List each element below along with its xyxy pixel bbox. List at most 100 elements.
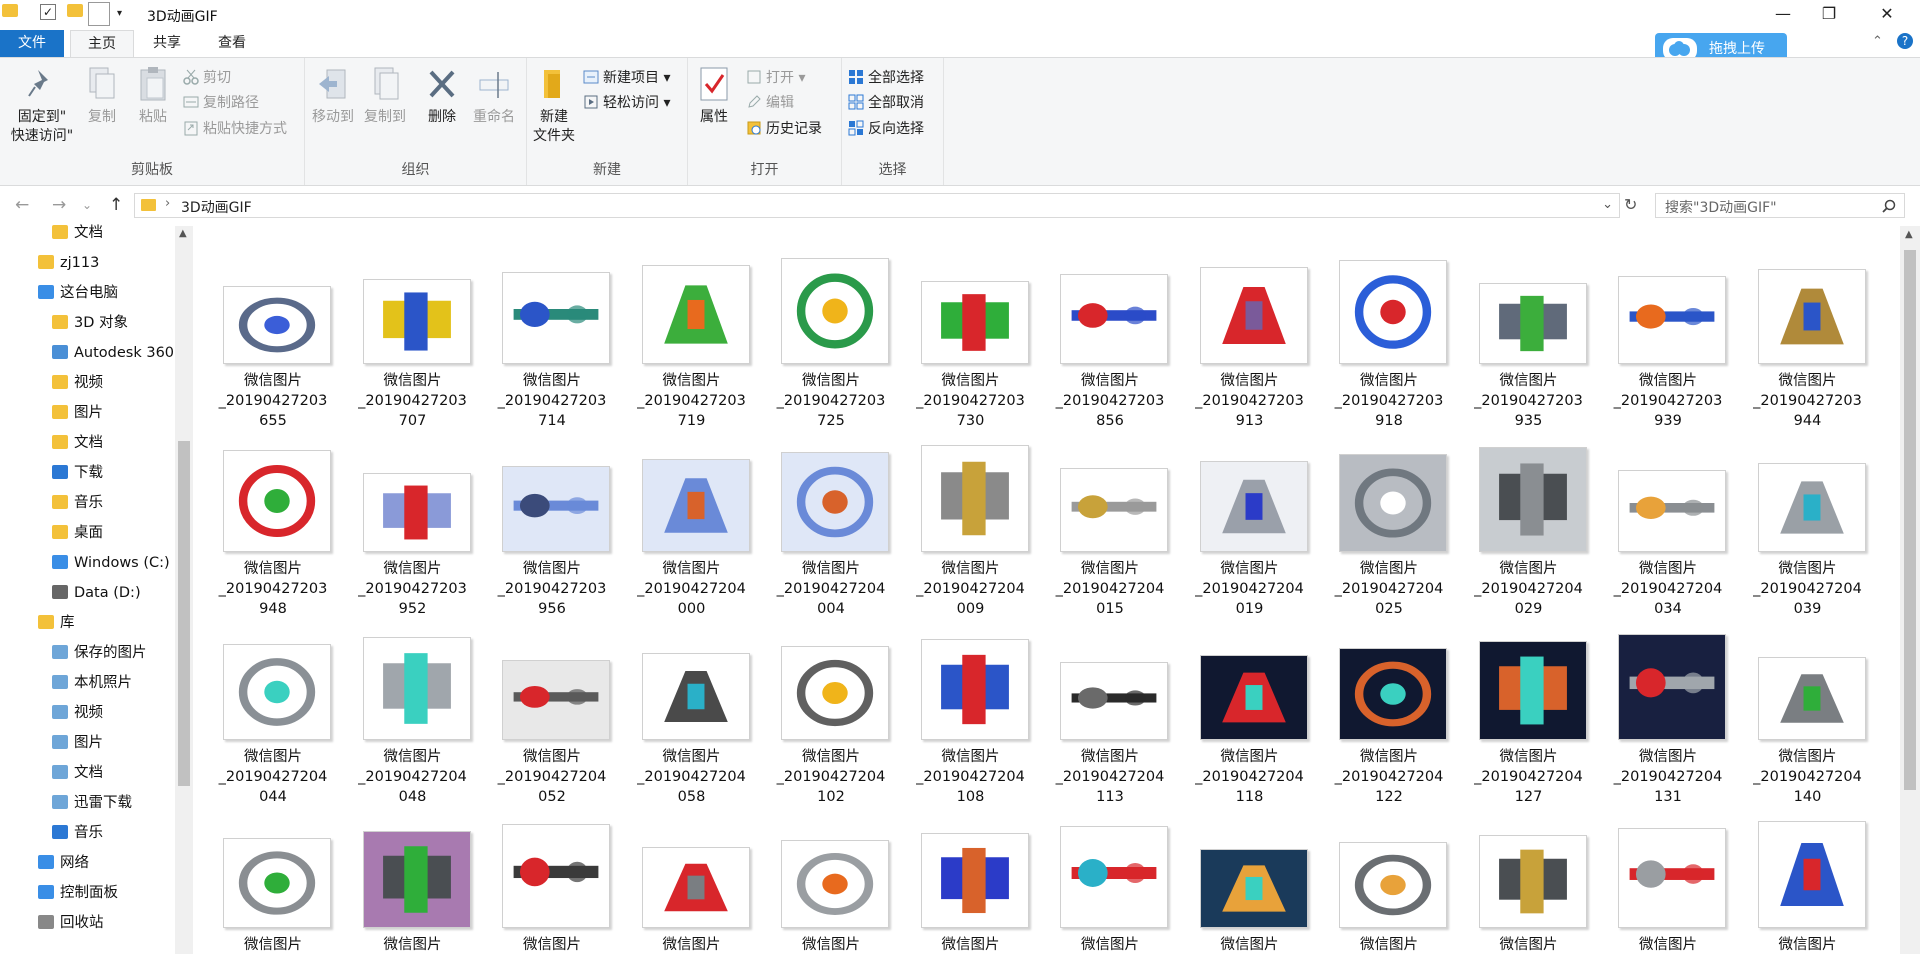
sidebar-item[interactable]: 图片 xyxy=(52,398,103,428)
maximize-button[interactable]: ❐ xyxy=(1806,0,1852,30)
collapse-ribbon-icon[interactable]: ⌃ xyxy=(1872,34,1883,49)
navigation-scrollbar-thumb[interactable] xyxy=(178,441,190,786)
tab-home[interactable]: 主页 xyxy=(70,30,134,58)
tab-file[interactable]: 文件 xyxy=(0,30,64,57)
forward-arrow-icon[interactable]: → xyxy=(52,195,66,215)
open-button[interactable]: 打开 ▾ xyxy=(746,67,805,89)
file-item[interactable]: 微信图片 _20190427203 944 xyxy=(1746,226,1870,429)
file-item[interactable]: 微信图片 _20190427204 140 xyxy=(1746,602,1870,805)
sidebar-item[interactable]: 图片 xyxy=(52,728,103,758)
tab-view[interactable]: 查看 xyxy=(202,30,262,57)
help-icon[interactable]: ? xyxy=(1897,33,1913,49)
file-item[interactable]: 微信图片 _20190427204 015 xyxy=(1048,414,1172,617)
file-item[interactable]: 微信图片_201904272042 xyxy=(909,790,1033,954)
file-item[interactable]: 微信图片 _20190427204 034 xyxy=(1606,414,1730,617)
file-item[interactable]: 微信图片_201904272041 xyxy=(490,790,614,954)
file-item[interactable]: 微信图片 _20190427204 113 xyxy=(1048,602,1172,805)
file-item[interactable]: 微信图片 _20190427204 118 xyxy=(1188,602,1312,805)
sidebar-item[interactable]: 网络 xyxy=(38,848,89,878)
sidebar-item[interactable]: zj113 xyxy=(38,248,99,278)
select-all-button[interactable]: 全部选择 xyxy=(848,67,924,89)
sidebar-item[interactable]: 3D 对象 xyxy=(52,308,128,338)
sidebar-item[interactable]: 库 xyxy=(38,608,75,638)
file-item[interactable]: 微信图片 _20190427204 108 xyxy=(909,602,1033,805)
file-item[interactable]: 微信图片 _20190427203 730 xyxy=(909,226,1033,429)
new-folder-button[interactable]: 新建 文件夹 xyxy=(531,66,577,146)
easy-access-button[interactable]: 轻松访问 ▾ xyxy=(583,92,670,114)
file-item[interactable]: 微信图片 _20190427204 058 xyxy=(630,602,754,805)
file-item[interactable]: 微信图片 _20190427204 029 xyxy=(1467,414,1591,617)
file-item[interactable]: 微信图片 _20190427203 707 xyxy=(351,226,475,429)
file-item[interactable]: 微信图片_201904272042 xyxy=(769,790,893,954)
recent-locations-chevron-icon[interactable]: ⌄ xyxy=(82,198,92,212)
file-item[interactable]: 微信图片 _20190427203 952 xyxy=(351,414,475,617)
sidebar-item[interactable]: Data (D:) xyxy=(52,578,141,608)
file-item[interactable]: 微信图片 _20190427204 044 xyxy=(211,602,335,805)
sidebar-item[interactable]: 视频 xyxy=(52,368,103,398)
file-item[interactable]: 微信图片 _20190427203 935 xyxy=(1467,226,1591,429)
file-item[interactable]: 微信图片_201904272042 xyxy=(1188,790,1312,954)
new-item-button[interactable]: 新建项目 ▾ xyxy=(583,67,670,89)
minimize-button[interactable]: — xyxy=(1760,0,1806,30)
file-item[interactable]: 微信图片 _20190427204 019 xyxy=(1188,414,1312,617)
content-scrollbar-thumb[interactable] xyxy=(1904,250,1916,790)
file-item[interactable]: 微信图片 _20190427204 004 xyxy=(769,414,893,617)
file-item[interactable]: 微信图片 _20190427203 918 xyxy=(1327,226,1451,429)
file-item[interactable]: 微信图片 _20190427203 725 xyxy=(769,226,893,429)
history-button[interactable]: 历史记录 xyxy=(746,118,822,140)
sidebar-item[interactable]: 音乐 xyxy=(52,818,103,848)
new-folder-quick-icon[interactable] xyxy=(67,4,83,17)
sidebar-item[interactable]: Autodesk 360 xyxy=(52,338,174,368)
file-item[interactable]: 微信图片 _20190427204 127 xyxy=(1467,602,1591,805)
select-none-button[interactable]: 全部取消 xyxy=(848,92,924,114)
file-item[interactable]: 微信图片 _20190427203 913 xyxy=(1188,226,1312,429)
sidebar-item[interactable]: 本机照片 xyxy=(52,668,132,698)
sidebar-item[interactable]: Windows (C:) xyxy=(52,548,170,578)
file-item[interactable]: 微信图片 _20190427204 122 xyxy=(1327,602,1451,805)
address-dropdown-chevron-icon[interactable]: ⌄ xyxy=(1602,197,1613,212)
pin-to-quick-access-button[interactable]: 固定到" 快速访问" xyxy=(4,66,80,146)
file-item[interactable]: 微信图片_201904272042 xyxy=(1048,790,1172,954)
tab-share[interactable]: 共享 xyxy=(137,30,197,57)
copy-to-button[interactable]: 复制到 xyxy=(361,66,409,127)
scroll-up-arrow-icon[interactable]: ▲ xyxy=(179,228,187,239)
refresh-icon[interactable]: ↻ xyxy=(1624,195,1637,214)
file-item[interactable]: 微信图片 _20190427204 048 xyxy=(351,602,475,805)
sidebar-item[interactable]: 文档 xyxy=(52,428,103,458)
paste-shortcut-button[interactable]: 粘贴快捷方式 xyxy=(183,118,287,140)
sidebar-item[interactable]: 回收站 xyxy=(38,908,104,938)
file-item[interactable]: 微信图片 _20190427204 025 xyxy=(1327,414,1451,617)
sidebar-item[interactable]: 文档 xyxy=(52,218,103,248)
file-item[interactable]: 微信图片 _20190427204 039 xyxy=(1746,414,1870,617)
sidebar-item[interactable]: 视频 xyxy=(52,698,103,728)
file-item[interactable]: 微信图片 _20190427203 856 xyxy=(1048,226,1172,429)
back-arrow-icon[interactable]: ← xyxy=(15,195,29,215)
properties-button[interactable]: 属性 xyxy=(692,66,736,127)
cut-button[interactable]: 剪切 xyxy=(183,67,231,89)
move-to-button[interactable]: 移动到 xyxy=(309,66,357,127)
file-item[interactable]: 微信图片 _20190427203 956 xyxy=(490,414,614,617)
search-input[interactable]: 搜索"3D动画GIF" xyxy=(1655,193,1905,218)
delete-button[interactable]: 删除 xyxy=(422,66,462,127)
sidebar-item[interactable]: 保存的图片 xyxy=(52,638,147,668)
copy-button[interactable]: 复制 xyxy=(82,66,122,127)
properties-quick-icon[interactable]: ✓ xyxy=(40,4,56,20)
file-item[interactable]: 微信图片_201904272042 xyxy=(1606,790,1730,954)
file-item[interactable]: 微信图片 _20190427204 102 xyxy=(769,602,893,805)
file-item[interactable]: 微信图片 _20190427203 939 xyxy=(1606,226,1730,429)
quick-access-slot[interactable] xyxy=(88,2,110,26)
address-bar[interactable]: › 3D动画GIF ⌄ xyxy=(134,193,1620,218)
sidebar-item[interactable]: 文档 xyxy=(52,758,103,788)
file-item[interactable]: 微信图片 _20190427204 052 xyxy=(490,602,614,805)
file-item[interactable]: 微信图片 _20190427203 948 xyxy=(211,414,335,617)
sidebar-item[interactable]: 迅雷下载 xyxy=(52,788,132,818)
file-item[interactable]: 微信图片_201904272042 xyxy=(1327,790,1451,954)
edit-button[interactable]: 编辑 xyxy=(746,92,794,114)
breadcrumb-current[interactable]: 3D动画GIF xyxy=(181,197,252,217)
file-item[interactable]: 微信图片_201904272042 xyxy=(1746,790,1870,954)
file-item[interactable]: 微信图片 _20190427204 009 xyxy=(909,414,1033,617)
file-item[interactable]: 微信图片 _20190427203 714 xyxy=(490,226,614,429)
file-item[interactable]: 微信图片 _20190427204 131 xyxy=(1606,602,1730,805)
rename-button[interactable]: 重命名 xyxy=(467,66,521,127)
file-item[interactable]: 微信图片_201904272042 xyxy=(630,790,754,954)
